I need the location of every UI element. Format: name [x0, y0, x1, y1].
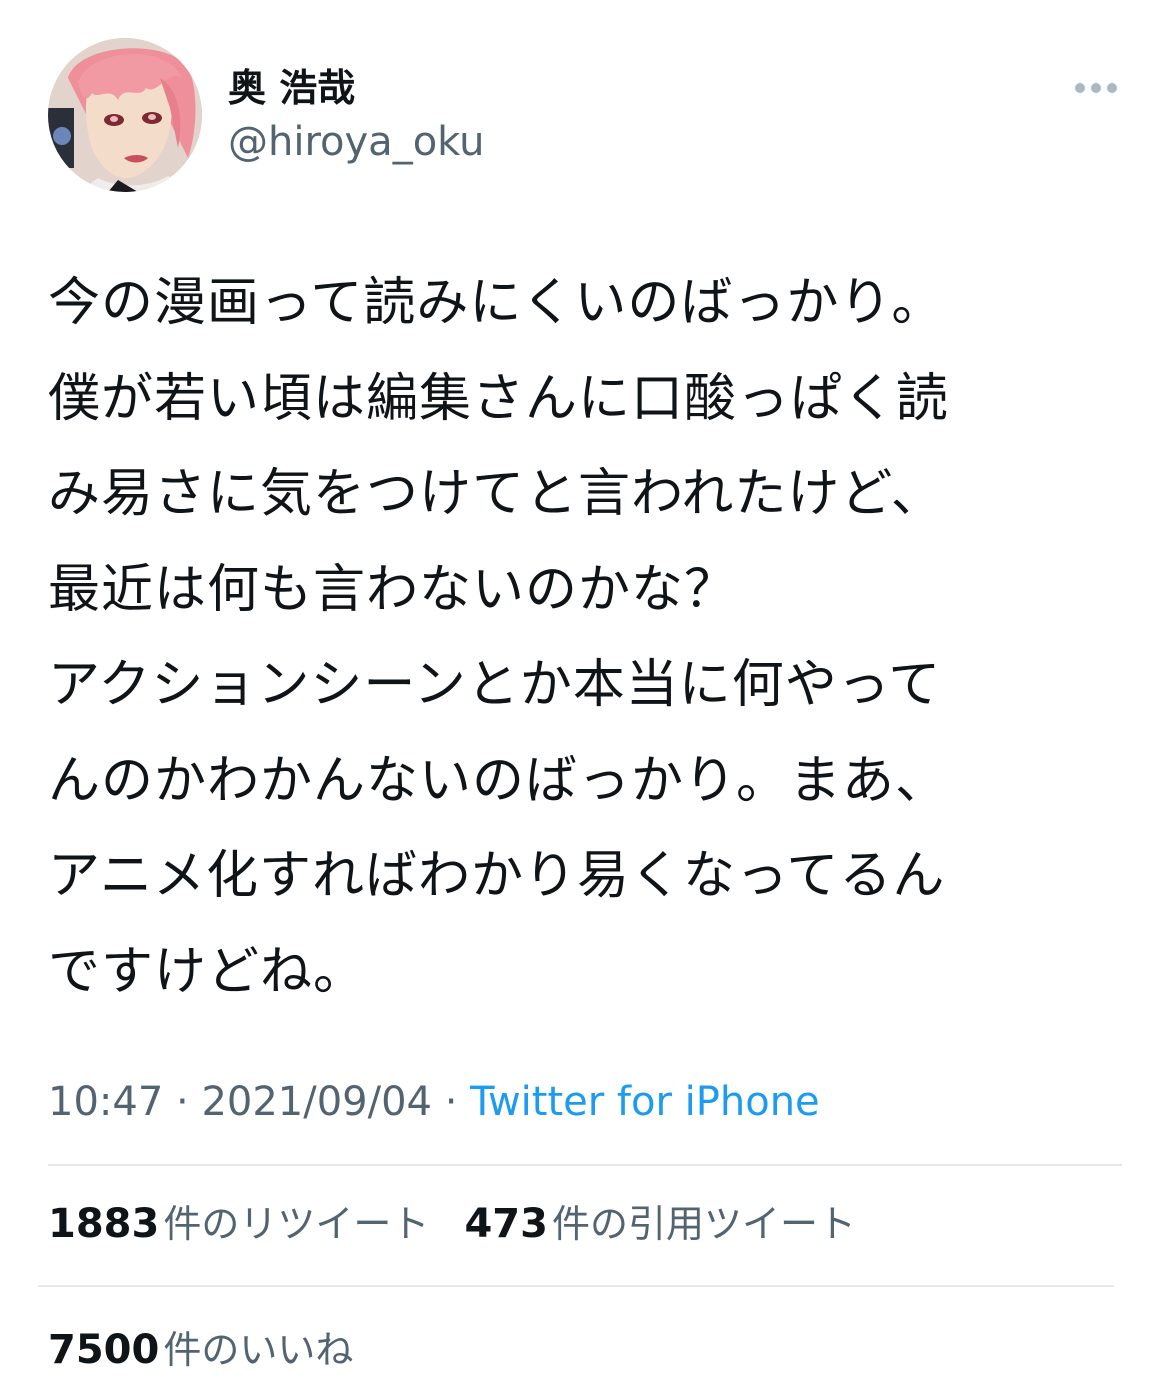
- stats-row: 1883 件のリツイート 473 件の引用ツイート: [48, 1196, 886, 1252]
- quote-count: 473: [464, 1201, 548, 1247]
- retweet-count: 1883: [48, 1201, 160, 1247]
- tweet-date[interactable]: 2021/09/04: [201, 1079, 432, 1125]
- meta-separator: ·: [163, 1079, 202, 1125]
- tweet-text-line: ですけどね。: [48, 941, 367, 1002]
- author-handle[interactable]: @hiroya_oku: [228, 116, 484, 168]
- meta-separator: ·: [431, 1079, 471, 1125]
- avatar-portrait-icon: [48, 38, 202, 192]
- like-label: 件のいいね: [163, 1328, 354, 1372]
- avatar[interactable]: [48, 38, 202, 192]
- like-count: 7500: [48, 1327, 160, 1373]
- more-options-button[interactable]: [1064, 70, 1128, 106]
- retweet-label: 件のリツイート: [163, 1202, 430, 1246]
- quote-tweets-stat[interactable]: 473 件の引用ツイート: [464, 1196, 856, 1260]
- tweet-text-line: んのかわかんないのばっかり。まあ、: [48, 750, 948, 811]
- tweet-detail: 奥 浩哉 @hiroya_oku 今の漫画って読みにくいのばっかり。 僕が若い頃…: [0, 0, 1170, 1398]
- divider: [38, 1285, 1114, 1287]
- likes-row: 7500 件のいいね: [48, 1322, 383, 1378]
- tweet-text-line: 今の漫画って読みにくいのばっかり。: [48, 273, 945, 333]
- tweet-source-link[interactable]: Twitter for iPhone: [470, 1079, 820, 1125]
- tweet-text-line: 最近は何も言わないのかな？: [48, 559, 738, 620]
- tweet-text-line: み易さに気をつけてと言われたけど、: [48, 464, 944, 524]
- retweets-stat[interactable]: 1883 件のリツイート: [48, 1196, 429, 1260]
- more-horizontal-icon: [1075, 83, 1117, 93]
- likes-stat[interactable]: 7500 件のいいね: [48, 1322, 353, 1386]
- quote-label: 件の引用ツイート: [551, 1202, 856, 1246]
- tweet-meta: 10:47 · 2021/09/04 · Twitter for iPhone: [48, 1074, 820, 1130]
- tweet-time[interactable]: 10:47: [48, 1079, 163, 1125]
- tweet-text: 今の漫画って読みにくいのばっかり。 僕が若い頃は編集さんに口酸っぱく読 み易さに…: [48, 256, 1123, 1020]
- tweet-text-line: アクションシーンとか本当に何やって: [48, 655, 942, 715]
- divider: [48, 1164, 1122, 1166]
- tweet-text-line: 僕が若い頃は編集さんに口酸っぱく読: [48, 368, 950, 429]
- author-display-name[interactable]: 奥 浩哉: [228, 62, 355, 114]
- tweet-text-line: アニメ化すればわかり易くなってるん: [48, 846, 946, 906]
